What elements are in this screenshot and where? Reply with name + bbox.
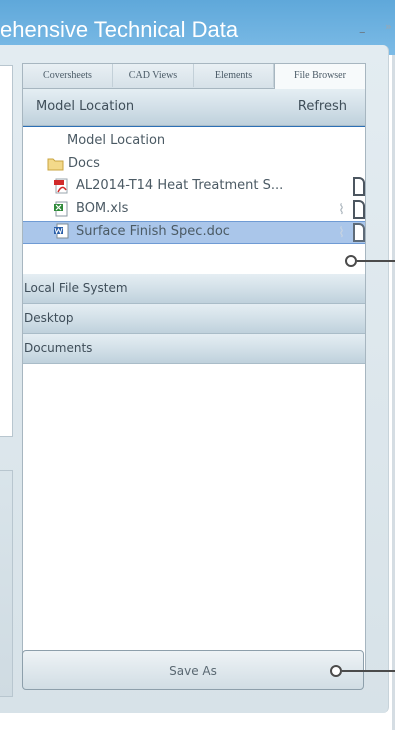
word-icon <box>54 223 69 239</box>
model-location-header[interactable]: Model Location Refresh <box>23 89 365 126</box>
file-name: AL2014-T14 Heat Treatment S... <box>76 178 284 193</box>
section-label: Local File System <box>24 281 128 295</box>
callout-dot <box>330 665 342 677</box>
callout-dot <box>345 255 357 267</box>
paperclip-icon: ⌇ <box>338 202 345 218</box>
close-icon[interactable]: » <box>385 20 392 33</box>
section-label: Documents <box>24 341 93 355</box>
documents-header[interactable]: Documents <box>23 334 365 364</box>
tree-file-row[interactable]: BOM.xls ⌇ <box>23 199 365 220</box>
model-location-tree: Model Location Docs AL2014-T14 Heat Trea… <box>23 126 365 275</box>
tree-file-row-selected[interactable]: Surface Finish Spec.doc ⌇ <box>23 221 365 244</box>
refresh-link[interactable]: Refresh <box>298 99 347 114</box>
tree-root-label: Model Location <box>67 133 166 148</box>
tree-file-row[interactable]: AL2014-T14 Heat Treatment S... <box>23 176 365 197</box>
pdf-icon <box>54 178 68 194</box>
local-file-system-header[interactable]: Local File System <box>23 274 365 304</box>
tree-folder-docs[interactable]: Docs <box>23 154 365 175</box>
callout-line <box>342 670 395 672</box>
file-name: Surface Finish Spec.doc <box>76 224 230 239</box>
left-pane-lower <box>0 470 13 697</box>
folder-label: Docs <box>68 156 100 171</box>
banner-title-line1: ehensive Technical Data <box>0 17 239 42</box>
document-tag-icon[interactable] <box>353 177 365 196</box>
tab-elements[interactable]: Elements <box>194 64 274 87</box>
minimize-icon[interactable]: – <box>359 25 366 40</box>
tab-strip: Coversheets CAD Views Elements File Brow… <box>23 64 365 89</box>
paperclip-icon: ⌇ <box>338 225 345 241</box>
folder-icon <box>47 158 64 171</box>
excel-icon <box>54 201 68 217</box>
section-label: Desktop <box>24 311 74 325</box>
file-browser-panel: Coversheets CAD Views Elements File Brow… <box>22 63 366 671</box>
tree-root[interactable]: Model Location <box>23 131 365 152</box>
tab-file-browser[interactable]: File Browser <box>274 64 365 89</box>
tab-coversheets[interactable]: Coversheets <box>23 64 113 87</box>
callout-line <box>357 260 395 262</box>
save-as-button[interactable]: Save As <box>22 650 364 690</box>
document-tag-icon[interactable] <box>353 223 365 242</box>
left-pane <box>0 65 13 437</box>
model-location-label: Model Location <box>36 99 135 114</box>
file-name: BOM.xls <box>76 201 129 216</box>
side-window: – Coversheets CAD Views Elements File Br… <box>0 25 389 713</box>
document-tag-icon[interactable] <box>353 200 365 219</box>
tab-cad-views[interactable]: CAD Views <box>113 64 194 87</box>
desktop-header[interactable]: Desktop <box>23 304 365 334</box>
